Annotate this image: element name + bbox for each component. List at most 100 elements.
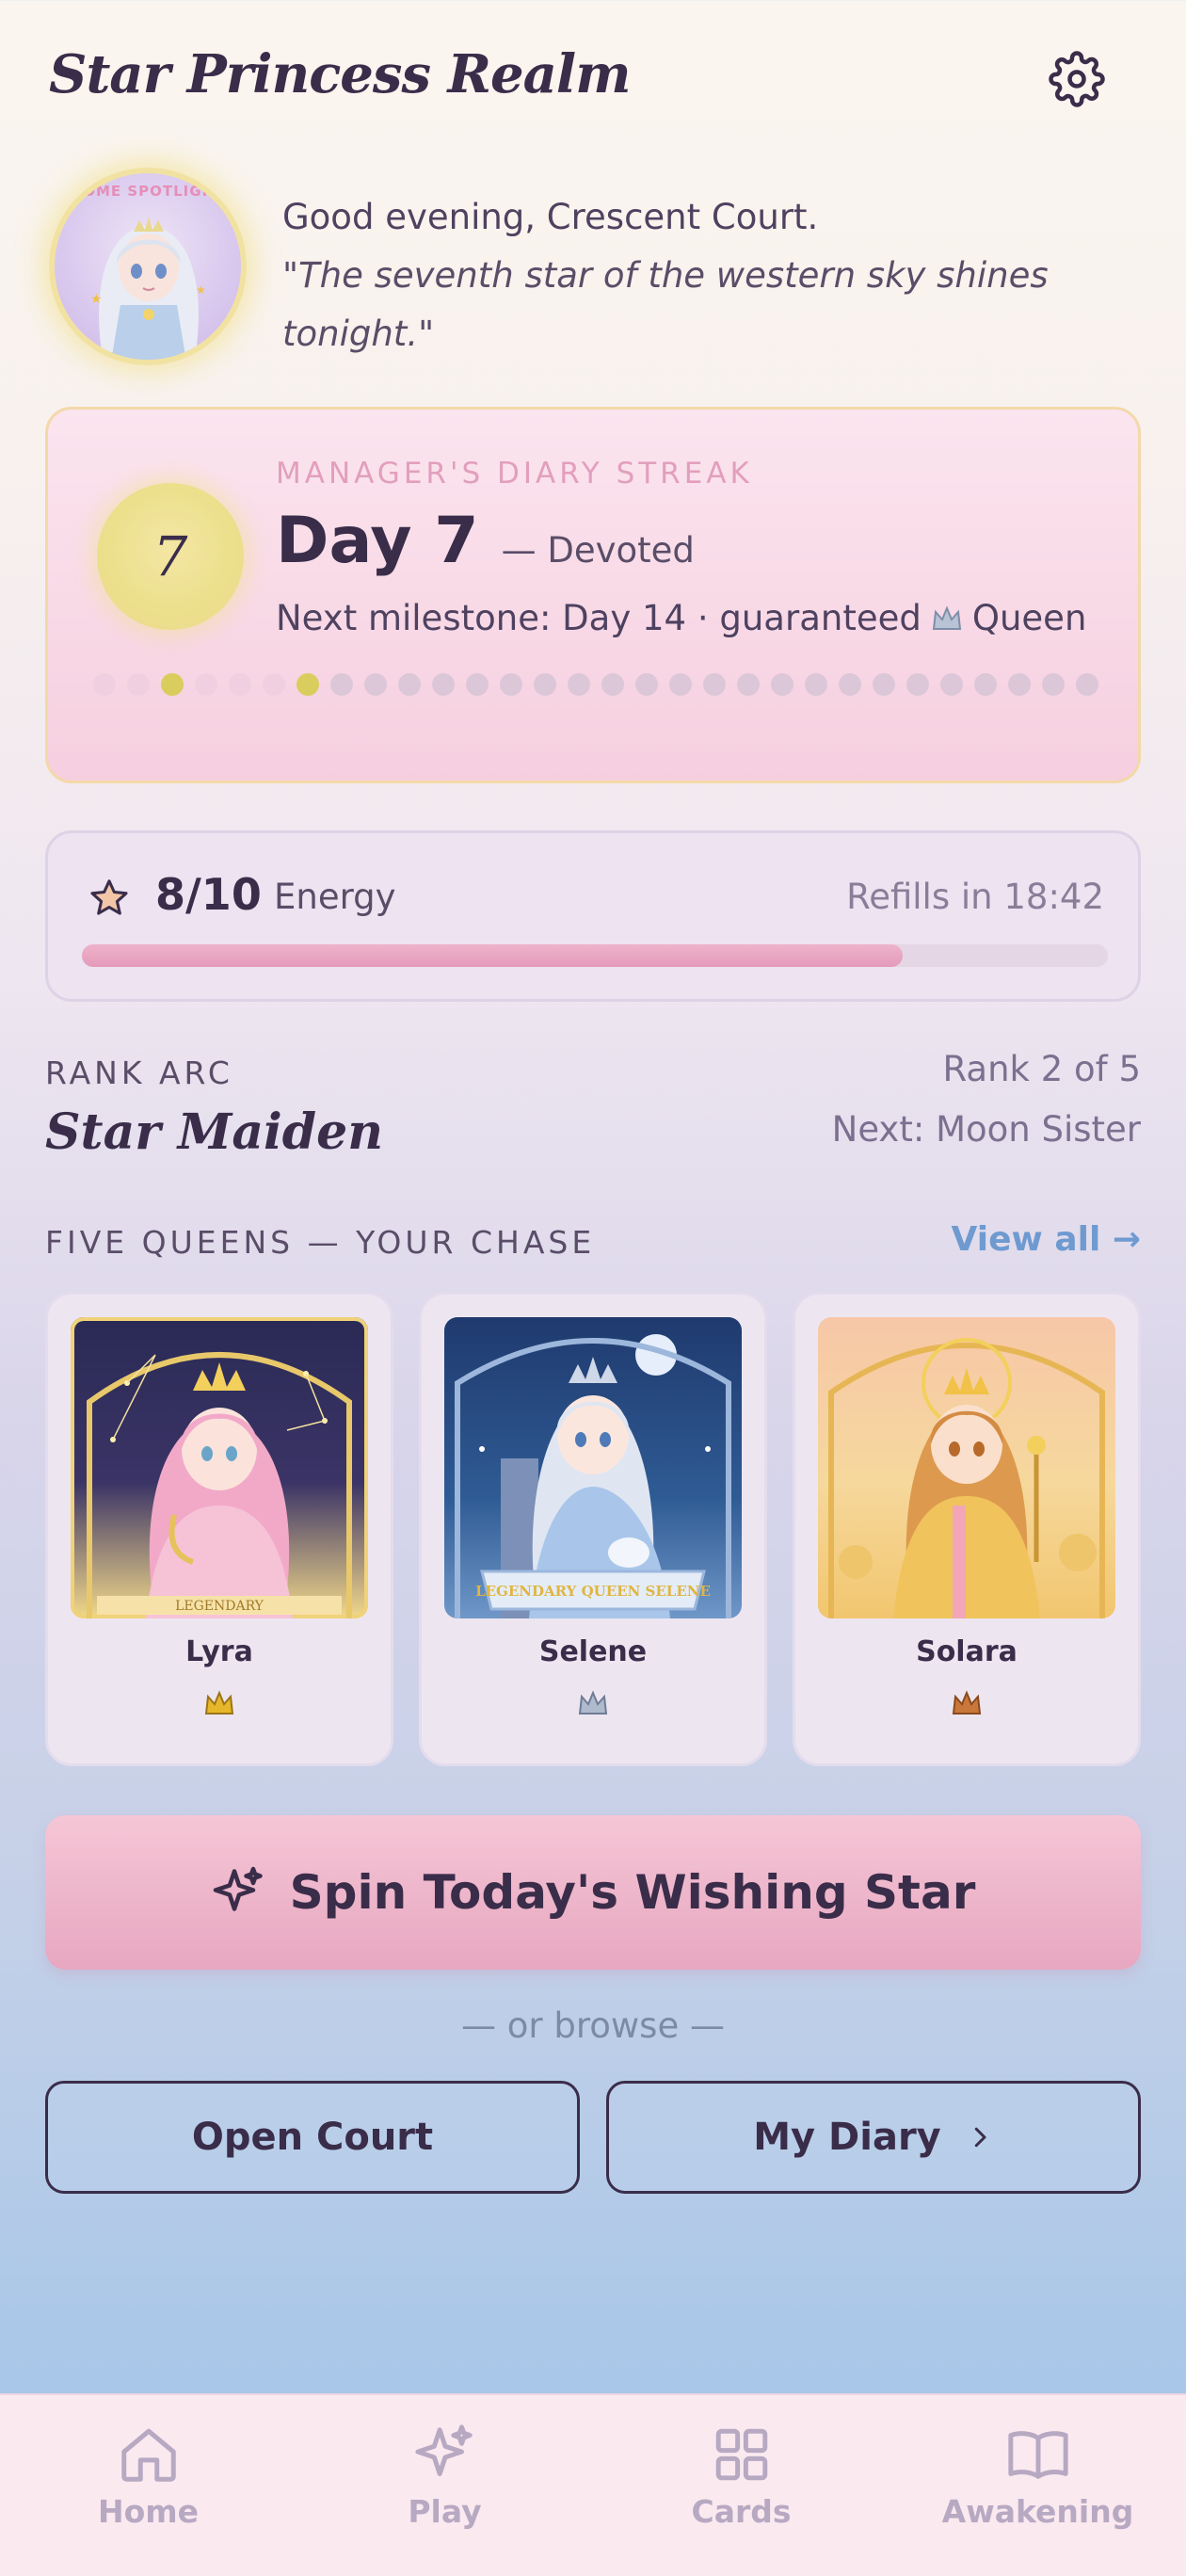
streak-dot — [195, 673, 217, 696]
selene-art-label: LEGENDARY QUEEN SELENE — [475, 1583, 711, 1600]
streak-dot — [466, 673, 489, 696]
view-all-link[interactable]: View all → — [952, 1220, 1141, 1259]
queen-card-solara[interactable]: Solara — [793, 1292, 1141, 1766]
streak-dot — [534, 673, 556, 696]
streak-dot — [432, 673, 455, 696]
settings-button[interactable] — [1041, 43, 1113, 115]
streak-dot — [1076, 673, 1098, 696]
app-title: Star Princess Realm — [49, 43, 631, 105]
spotlight-avatar[interactable]: HOME SPOTLIGHT ★ ★ — [49, 168, 247, 365]
chevron-right-icon — [974, 2127, 986, 2148]
streak-next-milestone: Next milestone: Day 14 · guaranteed Quee… — [276, 598, 1086, 638]
rank-kicker: RANK ARC — [45, 1055, 233, 1091]
spotlight-quote: "The seventh star of the western sky shi… — [282, 255, 1049, 354]
gear-icon — [1049, 51, 1105, 107]
streak-dot — [263, 673, 285, 696]
streak-dot — [127, 673, 150, 696]
nav-play[interactable]: Play — [296, 2395, 593, 2576]
greeting-block: Good evening, Crescent Court. "The seven… — [282, 188, 1111, 363]
energy-value: 8/10 — [155, 869, 262, 920]
nav-cards[interactable]: Cards — [593, 2395, 890, 2576]
queen-portrait-icon: LEGENDARY QUEEN SELENE — [455, 1334, 731, 1618]
spin-label: Spin Today's Wishing Star — [289, 1865, 976, 1920]
queen-card-selene[interactable]: LEGENDARY QUEEN SELENE Selene — [419, 1292, 767, 1766]
energy-refill-timer: Refills in 18:42 — [846, 877, 1104, 917]
queen-name: Lyra — [185, 1635, 253, 1668]
browse-divider: — or browse — — [461, 2005, 725, 2046]
milestone-reward: Queen — [971, 598, 1087, 638]
streak-dot — [974, 673, 997, 696]
nav-awakening[interactable]: Awakening — [890, 2395, 1186, 2576]
streak-dot — [364, 673, 387, 696]
rank-name: Star Maiden — [45, 1103, 384, 1161]
energy-bar-fill — [82, 944, 903, 967]
grid-icon — [715, 2428, 767, 2481]
streak-dot — [500, 673, 522, 696]
streak-dot — [296, 673, 319, 696]
queen-portrait-icon — [828, 1338, 1105, 1618]
rank-position: Rank 2 of 5 — [942, 1049, 1141, 1089]
streak-dot — [330, 673, 353, 696]
streak-dot — [839, 673, 861, 696]
spin-wishing-star-button[interactable]: Spin Today's Wishing Star — [45, 1815, 1141, 1970]
energy-bar — [82, 944, 1108, 967]
streak-dot — [669, 673, 692, 696]
crown-icon — [932, 604, 961, 630]
streak-dot — [703, 673, 726, 696]
open-court-label: Open Court — [191, 2116, 434, 2159]
open-court-button[interactable]: Open Court — [45, 2081, 580, 2194]
sparkle-icon — [213, 1866, 263, 1911]
sparkle-icon — [414, 2424, 473, 2476]
lyra-art-label: LEGENDARY — [175, 1599, 264, 1614]
queen-name: Selene — [538, 1635, 648, 1668]
streak-dot — [161, 673, 184, 696]
nav-cards-label: Cards — [691, 2493, 792, 2530]
diary-streak-card[interactable]: 7 MANAGER'S DIARY STREAK Day 7 — Devoted… — [45, 407, 1141, 783]
gold-crown-icon — [204, 1690, 234, 1715]
streak-day: Day 7 — [276, 504, 479, 578]
bronze-crown-icon — [952, 1690, 982, 1715]
greeting-text: Good evening, Crescent Court. — [282, 197, 819, 237]
streak-dot — [635, 673, 658, 696]
queen-name: Solara — [916, 1635, 1018, 1668]
nav-awakening-label: Awakening — [941, 2493, 1134, 2530]
star-icon — [90, 879, 128, 915]
streak-dot — [93, 673, 116, 696]
queen-card-lyra[interactable]: LEGENDARY Lyra — [45, 1292, 393, 1766]
queen-art-selene: LEGENDARY QUEEN SELENE — [444, 1317, 742, 1618]
streak-kicker: MANAGER'S DIARY STREAK — [276, 457, 753, 491]
queen-art-solara — [818, 1317, 1115, 1618]
home-icon — [120, 2428, 176, 2482]
queen-portrait-icon: LEGENDARY — [87, 1352, 352, 1618]
streak-day-row: Day 7 — Devoted — [276, 504, 695, 578]
streak-dot — [229, 673, 251, 696]
nav-home-label: Home — [97, 2493, 200, 2530]
streak-dot — [398, 673, 421, 696]
nav-home[interactable]: Home — [0, 2395, 296, 2576]
streak-dot — [805, 673, 827, 696]
rank-next: Next: Moon Sister — [831, 1109, 1141, 1150]
nav-play-label: Play — [408, 2493, 482, 2530]
svg-text:★: ★ — [90, 292, 103, 307]
streak-dot — [1008, 673, 1031, 696]
streak-tier: — Devoted — [501, 530, 695, 571]
energy-label: Energy — [274, 877, 396, 917]
streak-dot — [771, 673, 793, 696]
book-icon — [1007, 2431, 1068, 2479]
streak-dot — [737, 673, 760, 696]
my-diary-button[interactable]: My Diary — [606, 2081, 1141, 2194]
streak-dot — [568, 673, 590, 696]
princess-portrait-icon: ★ ★ — [90, 217, 206, 360]
streak-dot — [906, 673, 929, 696]
streak-dot — [1042, 673, 1065, 696]
streak-dot — [940, 673, 963, 696]
my-diary-label: My Diary — [753, 2116, 941, 2159]
queen-art-lyra: LEGENDARY — [71, 1317, 368, 1618]
silver-crown-icon — [578, 1690, 608, 1715]
streak-badge: 7 — [97, 483, 244, 630]
bottom-nav: Home Play Cards Awakening — [0, 2393, 1186, 2576]
milestone-text: Next milestone: Day 14 · guaranteed — [276, 598, 922, 638]
streak-day-dots — [93, 673, 1110, 696]
energy-card: 8/10 Energy Refills in 18:42 — [45, 830, 1141, 1002]
svg-text:★: ★ — [196, 283, 206, 297]
